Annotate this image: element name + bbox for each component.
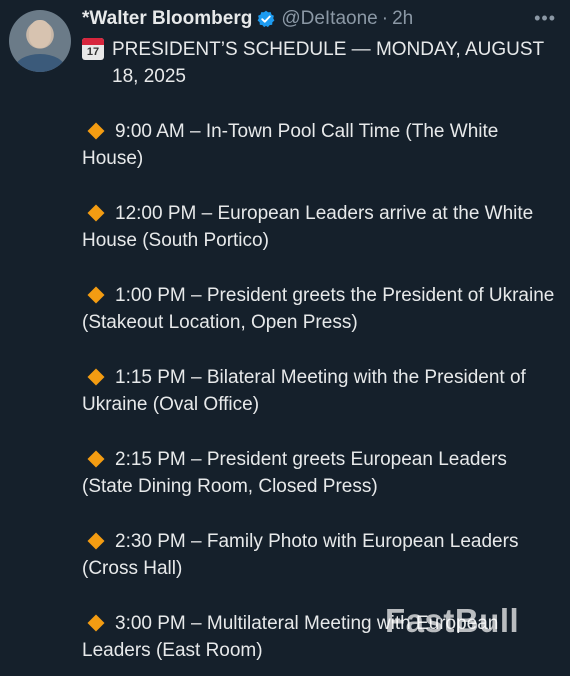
orange-diamond-icon (87, 532, 105, 550)
avatar-shoulders (15, 54, 65, 72)
schedule-item: 9:00 AM – In-Town Pool Call Time (The Wh… (82, 118, 560, 172)
schedule-title: PRESIDENT’S SCHEDULE — MONDAY, AUGUST 18… (112, 39, 544, 87)
orange-diamond-icon (87, 450, 105, 468)
schedule-item-text: 2:30 PM – Family Photo with European Lea… (82, 531, 519, 579)
schedule-item-text: 12:00 PM – European Leaders arrive at th… (82, 203, 534, 251)
schedule-item-text: 2:15 PM – President greets European Lead… (82, 449, 507, 497)
tweet-header: *Walter Bloomberg @DeItaone · 2h (82, 8, 413, 30)
schedule-item: 12:00 PM – European Leaders arrive at th… (82, 200, 560, 254)
schedule-item: 1:15 PM – Bilateral Meeting with the Pre… (82, 364, 560, 418)
schedule-item-text: 1:00 PM – President greets the President… (82, 285, 555, 333)
tweet-body: 17 PRESIDENT’S SCHEDULE — MONDAY, AUGUST… (82, 36, 560, 664)
orange-diamond-icon (87, 614, 105, 632)
orange-diamond-icon (87, 204, 105, 222)
schedule-item: 1:00 PM – President greets the President… (82, 282, 560, 336)
timestamp[interactable]: 2h (392, 8, 413, 30)
calendar-icon: 17 (82, 38, 104, 60)
schedule-title-line: 17 PRESIDENT’S SCHEDULE — MONDAY, AUGUST… (82, 36, 560, 90)
avatar-head (29, 20, 51, 48)
author-name[interactable]: *Walter Bloomberg (82, 8, 252, 30)
schedule-item: 3:00 PM – Multilateral Meeting with Euro… (82, 610, 560, 664)
schedule-item-text: 1:15 PM – Bilateral Meeting with the Pre… (82, 367, 526, 415)
orange-diamond-icon (87, 368, 105, 386)
more-icon[interactable]: ••• (534, 8, 556, 29)
tweet-card: *Walter Bloomberg @DeItaone · 2h ••• 17 … (0, 0, 570, 676)
calendar-top (82, 38, 104, 45)
schedule-item: 2:15 PM – President greets European Lead… (82, 446, 560, 500)
schedule-item-text: 3:00 PM – Multilateral Meeting with Euro… (82, 613, 499, 661)
schedule-item: 2:30 PM – Family Photo with European Lea… (82, 528, 560, 582)
author-handle[interactable]: @DeItaone (281, 8, 377, 30)
schedule-item-text: 9:00 AM – In-Town Pool Call Time (The Wh… (82, 121, 499, 169)
separator-dot: · (381, 8, 389, 29)
orange-diamond-icon (87, 122, 105, 140)
calendar-number: 17 (86, 46, 100, 58)
verified-badge-icon (257, 10, 275, 28)
avatar[interactable] (9, 10, 71, 72)
verified-badge-svg (257, 10, 275, 28)
orange-diamond-icon (87, 286, 105, 304)
